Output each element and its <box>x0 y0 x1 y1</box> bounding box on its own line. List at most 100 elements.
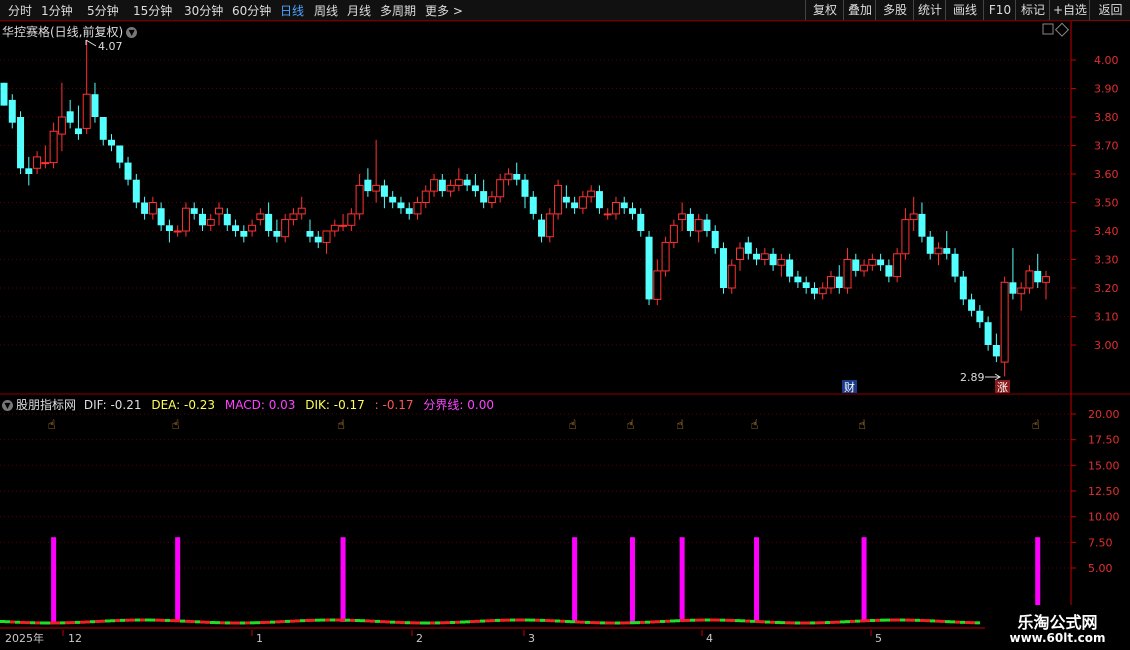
price-tick-label: 3.30 <box>1094 254 1119 267</box>
baseline-segment <box>450 620 455 624</box>
candle-body <box>893 253 902 278</box>
baseline-segment <box>860 619 865 623</box>
baseline-segment <box>385 620 390 624</box>
baseline-segment <box>720 618 725 622</box>
candle-body <box>909 213 918 221</box>
candle-body <box>17 117 25 169</box>
candle-body <box>901 219 910 255</box>
baseline-segment <box>10 620 15 624</box>
candle-body <box>603 213 612 216</box>
baseline-segment <box>640 620 645 624</box>
diamond-icon[interactable] <box>1054 22 1070 37</box>
candle-body <box>852 259 860 271</box>
indicator-tick-label: 15.00 <box>1088 459 1120 472</box>
baseline-segment <box>95 619 100 623</box>
candle-body <box>744 242 752 254</box>
baseline-segment <box>500 618 505 622</box>
hand-pointer-icon: ☝ <box>48 418 56 433</box>
candle-body <box>918 213 926 237</box>
baseline-segment <box>240 621 245 625</box>
baseline-segment <box>25 621 30 625</box>
candle-body <box>190 208 198 214</box>
candle-body <box>446 184 455 192</box>
baseline-segment <box>940 619 945 623</box>
baseline-segment <box>270 620 275 624</box>
baseline-segment <box>120 618 125 622</box>
candle-body <box>968 299 976 311</box>
price-tick-label: 3.90 <box>1094 83 1119 96</box>
baseline-segment <box>415 621 420 625</box>
baseline-segment <box>125 618 130 622</box>
baseline-segment <box>60 621 65 625</box>
baseline-segment <box>330 618 335 622</box>
candle-body <box>372 184 381 192</box>
baseline-segment <box>320 618 325 622</box>
candle-body <box>265 213 273 231</box>
candle-body <box>826 276 835 289</box>
baseline-segment <box>595 621 600 625</box>
baseline-segment <box>75 620 80 624</box>
baseline-segment <box>915 618 920 622</box>
baseline-segment <box>150 618 155 622</box>
baseline-segment <box>315 618 320 622</box>
candle-body <box>637 213 645 231</box>
baseline-segment <box>440 621 445 625</box>
baseline-segment <box>35 621 40 625</box>
hand-pointer-icon: ☝ <box>751 418 759 433</box>
indicator-chevron-icon[interactable]: ▼ <box>2 400 13 411</box>
baseline-segment <box>955 620 960 624</box>
candle-body <box>148 202 157 215</box>
candle-body <box>661 241 670 272</box>
baseline-segment <box>780 621 785 625</box>
candle-body <box>438 179 446 192</box>
indicator-name[interactable]: 股朋指标网 <box>16 398 76 412</box>
low-annotation: 2.89 <box>960 371 1001 384</box>
indicator-tick-label: 10.00 <box>1088 511 1120 524</box>
baseline-segment <box>30 621 35 625</box>
candle-body <box>587 190 596 198</box>
baseline-segment <box>790 621 795 625</box>
indicator-tick-label: 7.50 <box>1088 536 1113 549</box>
baseline-segment <box>355 618 360 622</box>
high-arrow <box>85 39 97 47</box>
candle-body <box>57 116 66 135</box>
dea-value: DEA: -0.23 <box>151 398 216 412</box>
baseline-segment <box>305 618 310 622</box>
candle-body <box>198 213 206 226</box>
baseline-segment <box>795 621 800 625</box>
candle-body <box>181 207 190 232</box>
high-annotation: 4.07 <box>85 39 123 53</box>
baseline-segment <box>55 621 60 625</box>
candle-body <box>818 287 827 295</box>
baseline-segment <box>85 620 90 624</box>
candle-body <box>413 202 422 215</box>
baseline-segment <box>50 621 55 625</box>
baseline-segment <box>960 620 965 624</box>
candle-body <box>835 276 843 288</box>
candle-body <box>562 196 570 203</box>
baseline-segment <box>485 619 490 623</box>
kline-chart: 4.00 3.90 3.80 3.70 3.60 3.50 3.40 3.30 3.20 3.10… <box>0 20 1130 645</box>
square-icon[interactable] <box>1042 23 1054 35</box>
hand-pointer-icon: ☝ <box>569 418 577 433</box>
candle-body <box>736 247 745 261</box>
baseline-segment <box>885 618 890 622</box>
candle-body <box>306 231 314 237</box>
baseline-segment <box>715 618 720 622</box>
indicator-header: ▼ 股朋指标网 DIF: -0.21 DEA: -0.23 MACD: 0.03 … <box>2 396 494 413</box>
baseline-segment <box>650 620 655 624</box>
time-label-year: 2025年 <box>5 631 44 645</box>
candle-body <box>132 179 140 203</box>
baseline-segment <box>390 620 395 624</box>
baseline-segment <box>620 621 625 625</box>
baseline-segment <box>285 619 290 623</box>
high-label: 4.07 <box>98 40 123 53</box>
baseline-segment <box>290 619 295 623</box>
baseline-segment <box>575 620 580 624</box>
candle-body <box>1017 287 1026 295</box>
candle-body <box>124 162 132 180</box>
candle-body <box>926 236 934 254</box>
baseline-segment <box>235 621 240 625</box>
baseline-segment <box>775 620 780 624</box>
baseline-segment <box>525 618 530 622</box>
